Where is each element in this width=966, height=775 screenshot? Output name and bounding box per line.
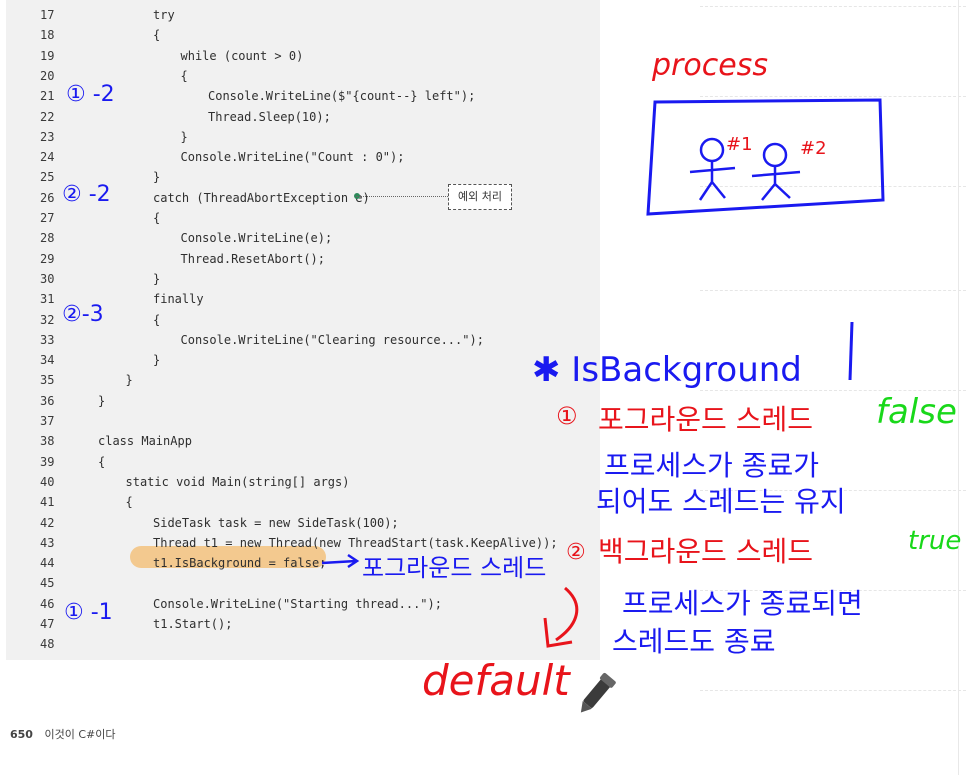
code-text: } <box>125 373 133 388</box>
mark-1-1-line47: ① -1 <box>64 600 113 625</box>
mark-2-3-line32: ②-3 <box>62 302 104 327</box>
mark-1-2-line21: ① -2 <box>66 82 115 107</box>
code-text: { <box>98 454 106 469</box>
code-text: } <box>180 129 188 144</box>
line-number: 36 <box>40 393 55 408</box>
line-number: 33 <box>40 332 55 347</box>
item2-value: true <box>908 526 962 556</box>
callout-leader <box>356 196 448 197</box>
page-edge <box>958 0 959 775</box>
line-number: 43 <box>40 535 55 550</box>
code-text: Thread.ResetAbort(); <box>180 251 326 266</box>
code-text: { <box>180 68 188 83</box>
line-number: 35 <box>40 373 55 388</box>
line-number: 27 <box>40 211 55 225</box>
page-number: 650 <box>10 728 33 741</box>
code-text: { <box>153 211 161 225</box>
line-number: 34 <box>40 353 55 368</box>
code-text: { <box>153 28 161 43</box>
code-text: Console.WriteLine("Count : 0"); <box>180 150 405 165</box>
code-text: } <box>153 170 161 185</box>
item1-line2: 프로세스가 종료가 <box>604 449 819 482</box>
foreground-note: 포그라운드 스레드 <box>362 554 547 582</box>
code-text: finally <box>153 292 204 307</box>
line-number: 19 <box>40 48 55 63</box>
line-number: 39 <box>40 454 55 469</box>
code-text: { <box>125 495 133 510</box>
item1-text: 포그라운드 스레드 <box>598 403 813 436</box>
process-title: process <box>652 48 768 83</box>
code-text: catch (ThreadAbortException e) <box>153 190 370 205</box>
page-footer: 650 이것이 C#이다 <box>10 726 115 742</box>
code-text: class MainApp <box>98 434 192 449</box>
item2-line3: 스레드도 종료 <box>612 625 776 658</box>
code-text: } <box>153 271 161 286</box>
line-number: 30 <box>40 271 55 286</box>
code-text: while (count > 0) <box>180 48 304 63</box>
code-text: static void Main(string[] args) <box>125 474 350 489</box>
item2-line2: 프로세스가 종료되면 <box>622 587 863 620</box>
line-number: 44 <box>40 556 55 571</box>
default-note: default <box>422 656 570 705</box>
callout-exception-handling: 예외 처리 <box>448 184 512 210</box>
line-number: 41 <box>40 495 55 510</box>
code-text: Console.WriteLine("Clearing resource..."… <box>180 332 484 347</box>
line-number: 45 <box>40 576 55 591</box>
item1-value: false <box>876 392 957 432</box>
code-text: t1.IsBackground = false; <box>153 556 327 571</box>
line-number: 17 <box>40 8 55 22</box>
thread-label-1: #1 <box>726 134 753 155</box>
code-text: Thread.Sleep(10); <box>208 109 331 124</box>
item2-number: ② <box>566 540 586 565</box>
line-number: 18 <box>40 28 55 43</box>
code-text: Console.WriteLine(e); <box>180 231 333 246</box>
isbackground-title: ✱ IsBackground <box>532 350 802 390</box>
book-title: 이것이 C#이다 <box>44 728 116 741</box>
code-text: Console.WriteLine($"{count--} left"); <box>208 89 476 104</box>
code-text: } <box>153 353 161 368</box>
mark-2-2-line26: ② -2 <box>62 182 111 207</box>
line-number: 23 <box>40 129 55 144</box>
code-text: Console.WriteLine("Starting thread..."); <box>153 596 442 611</box>
line-number: 42 <box>40 515 55 530</box>
code-text: } <box>98 393 106 408</box>
line-number: 29 <box>40 251 55 266</box>
item1-number: ① <box>556 402 578 430</box>
item2-text: 백그라운드 스레드 <box>598 535 813 568</box>
line-number: 40 <box>40 474 55 489</box>
line-number: 22 <box>40 109 55 124</box>
line-number: 48 <box>40 637 55 652</box>
pen-cursor-icon <box>580 672 616 713</box>
code-text: try <box>153 8 175 22</box>
code-text: SideTask task = new SideTask(100); <box>153 515 399 530</box>
book-page: 17 try 18{19 while (count > 0) 20{21 Console.… <box>0 0 966 775</box>
line-number: 37 <box>40 414 55 428</box>
line-number: 28 <box>40 231 55 246</box>
item1-line3: 되어도 스레드는 유지 <box>596 485 846 518</box>
line-number: 38 <box>40 434 55 449</box>
line-number: 24 <box>40 150 55 165</box>
code-text: t1.Start(); <box>153 617 233 631</box>
thread-label-2: #2 <box>800 138 827 159</box>
code-text: { <box>153 312 161 327</box>
